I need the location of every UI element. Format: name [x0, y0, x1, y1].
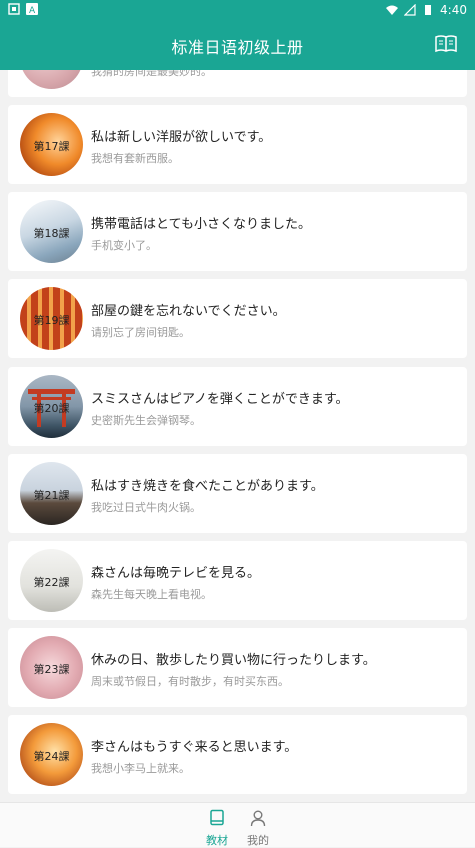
lesson-thumbnail: [20, 70, 83, 89]
lesson-thumbnail: 第24課: [20, 723, 83, 786]
a-notification-icon: A: [26, 3, 38, 15]
lesson-subtitle-cn: 森先生每天晚上看电视。: [91, 588, 212, 601]
lesson-title-jp: 森さんは毎晩テレビを見る。: [91, 566, 261, 581]
status-bar: A 4:40: [0, 0, 475, 20]
lesson-card-20[interactable]: 第20課 スミスさんはピアノを弾くことができます。 史密斯先生会弹钢琴。: [8, 367, 467, 446]
lesson-subtitle-cn: 我想有套新西服。: [91, 152, 179, 165]
lesson-subtitle-cn: 周末或节假日，有时散步，有时买东西。: [91, 675, 289, 688]
lesson-subtitle-cn: 我吃过日式牛肉火锅。: [91, 501, 201, 514]
lesson-card-23[interactable]: 第23課 休みの日、散歩したり買い物に行ったりします。 周末或节假日，有时散步，…: [8, 628, 467, 707]
lesson-thumbnail: 第17課: [20, 113, 83, 176]
lesson-card-16[interactable]: 我猜的房间是最美妙的。: [8, 70, 467, 97]
lesson-thumbnail: 第21課: [20, 462, 83, 525]
lesson-list[interactable]: 我猜的房间是最美妙的。 第17課 私は新しい洋服が欲しいです。 我想有套新西服。…: [0, 70, 475, 802]
signal-icon: [404, 4, 416, 16]
lesson-card-17[interactable]: 第17課 私は新しい洋服が欲しいです。 我想有套新西服。: [8, 105, 467, 184]
lesson-thumbnail: 第20課: [20, 375, 83, 438]
lesson-subtitle-cn: 请别忘了房间钥匙。: [91, 326, 190, 339]
lesson-card-24[interactable]: 第24課 李さんはもうすぐ来ると思います。 我想小李马上就来。: [8, 715, 467, 794]
app-title: 标准日语初级上册: [171, 38, 304, 57]
bottom-nav: 教材 我的: [0, 802, 475, 847]
lesson-subtitle-cn: 我想小李马上就来。: [91, 762, 190, 775]
lesson-card-21[interactable]: 第21課 私はすき焼きを食べたことがあります。 我吃过日式牛肉火锅。: [8, 454, 467, 533]
status-time: 4:40: [440, 3, 467, 17]
lesson-title-jp: 李さんはもうすぐ来ると思います。: [91, 740, 298, 755]
lesson-subtitle-cn: 我猜的房间是最美妙的。: [91, 70, 212, 78]
book-icon: [210, 809, 224, 826]
lesson-card-22[interactable]: 第22課 森さんは毎晩テレビを見る。 森先生每天晚上看电视。: [8, 541, 467, 620]
person-icon: [250, 810, 266, 827]
lesson-title-jp: 私はすき焼きを食べたことがあります。: [91, 479, 324, 494]
svg-text:A: A: [29, 6, 36, 15]
lesson-subtitle-cn: 史密斯先生会弹钢琴。: [91, 414, 201, 427]
tab-textbook[interactable]: 教材: [197, 809, 237, 848]
lesson-card-19[interactable]: 第19課 部屋の鍵を忘れないでください。 请别忘了房间钥匙。: [8, 279, 467, 358]
lesson-card-18[interactable]: 第18課 携帯電話はとても小さくなりました。 手机变小了。: [8, 192, 467, 271]
lesson-title-jp: 私は新しい洋服が欲しいです。: [91, 130, 272, 145]
sim-icon: [8, 3, 20, 15]
lesson-thumbnail: 第22課: [20, 549, 83, 612]
lesson-thumbnail: 第18課: [20, 200, 83, 263]
battery-icon: [425, 5, 432, 15]
open-book-icon[interactable]: [435, 35, 457, 53]
tab-mine[interactable]: 我的: [238, 809, 278, 848]
wifi-icon: [386, 5, 399, 15]
lesson-title-jp: スミスさんはピアノを弾くことができます。: [91, 392, 349, 407]
lesson-thumbnail: 第23課: [20, 636, 83, 699]
lesson-title-jp: 部屋の鍵を忘れないでください。: [91, 304, 286, 319]
lesson-thumbnail: 第19課: [20, 287, 83, 350]
lesson-title-jp: 休みの日、散歩したり買い物に行ったりします。: [91, 653, 376, 668]
app-bar: 标准日语初级上册: [0, 20, 475, 70]
lesson-title-jp: 携帯電話はとても小さくなりました。: [91, 217, 311, 232]
lesson-subtitle-cn: 手机变小了。: [91, 239, 157, 252]
